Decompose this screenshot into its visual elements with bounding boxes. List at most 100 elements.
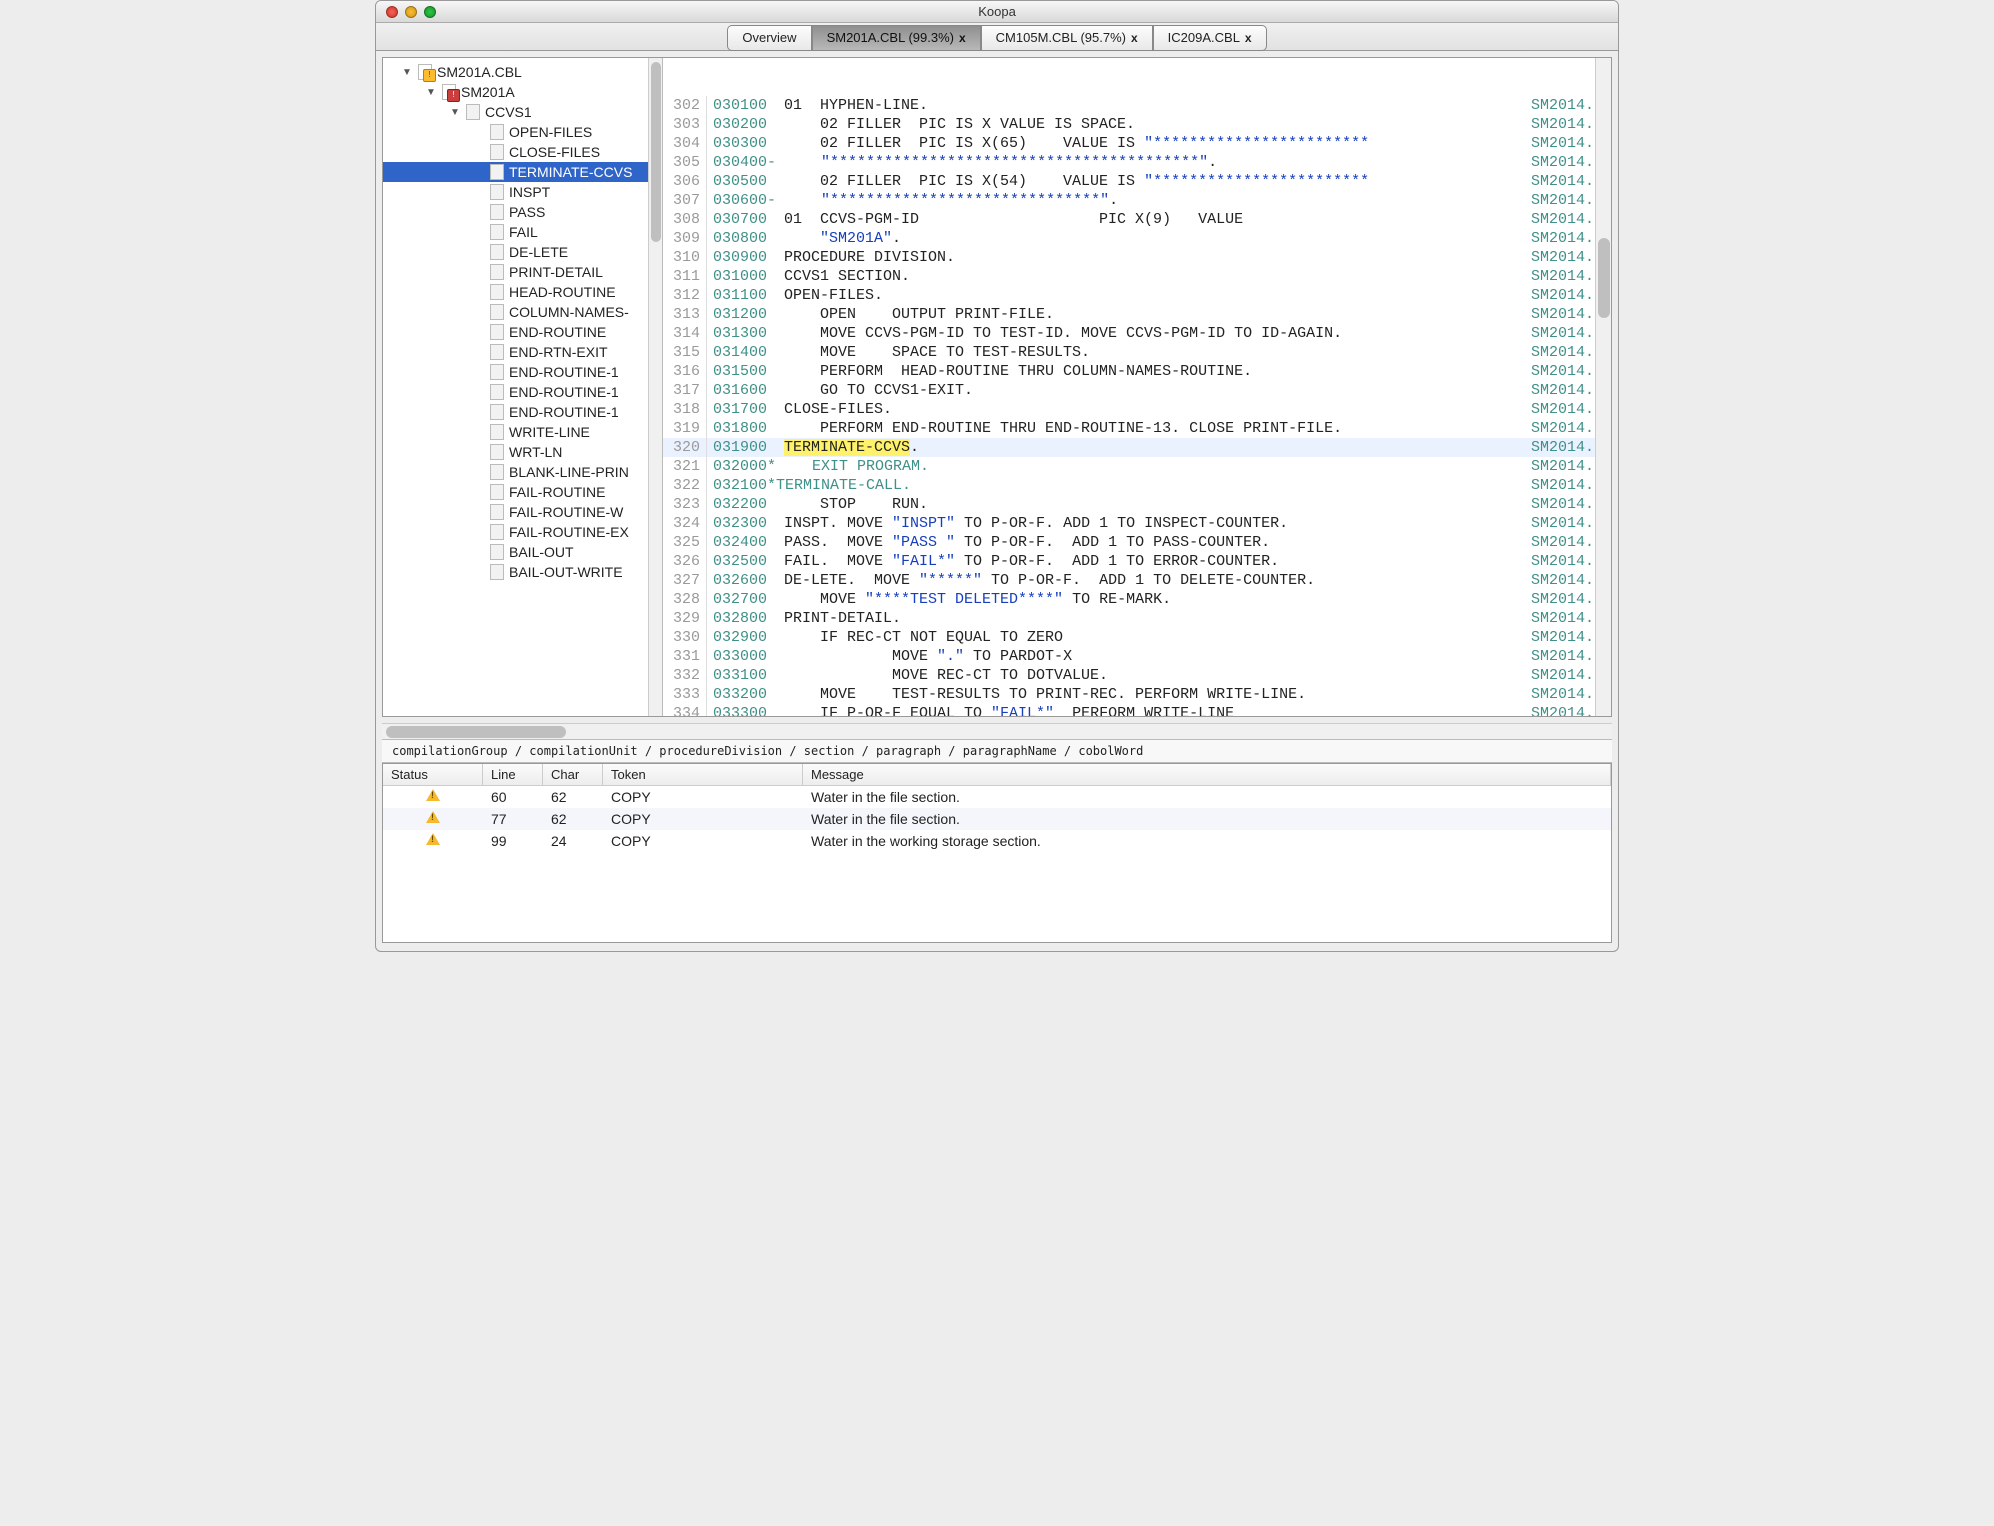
tree-node[interactable]: ▼CCVS1 (383, 102, 662, 122)
tree-node[interactable]: WRITE-LINE (383, 422, 662, 442)
tree-node[interactable]: END-ROUTINE-1 (383, 362, 662, 382)
editor-vscrollbar[interactable] (1595, 58, 1611, 716)
code-text: 02 FILLER PIC IS X(65) VALUE IS "*******… (775, 134, 1531, 153)
tree-node[interactable]: FAIL-ROUTINE-W (383, 502, 662, 522)
line-number: 309 (663, 229, 707, 248)
file-icon (417, 64, 433, 80)
code-line[interactable]: 333033200 MOVE TEST-RESULTS TO PRINT-REC… (663, 685, 1611, 704)
tree-node[interactable]: END-RTN-EXIT (383, 342, 662, 362)
tree-node[interactable]: BAIL-OUT (383, 542, 662, 562)
close-icon[interactable]: x (1131, 31, 1138, 45)
line-number: 305 (663, 153, 707, 172)
sequence-number: 031100 (707, 286, 775, 305)
tree-node[interactable]: ▼SM201A.CBL (383, 62, 662, 82)
code-line[interactable]: 325032400 PASS. MOVE "PASS " TO P-OR-F. … (663, 533, 1611, 552)
code-line[interactable]: 320031900 TERMINATE-CCVS.SM2014.2 (663, 438, 1611, 457)
code-line[interactable]: 305030400- "****************************… (663, 153, 1611, 172)
code-text: STOP RUN. (775, 495, 1531, 514)
col-char[interactable]: Char (543, 764, 603, 785)
close-icon[interactable]: x (959, 31, 966, 45)
tree-node[interactable]: OPEN-FILES (383, 122, 662, 142)
code-line[interactable]: 334033300 IF P-OR-F EQUAL TO "FAIL*" PER… (663, 704, 1611, 716)
col-line[interactable]: Line (483, 764, 543, 785)
tree-node[interactable]: FAIL (383, 222, 662, 242)
code-line[interactable]: 319031800 PERFORM END-ROUTINE THRU END-R… (663, 419, 1611, 438)
editor-hscrollbar[interactable] (382, 723, 1612, 739)
breadcrumb[interactable]: compilationGroup / compilationUnit / pro… (382, 739, 1612, 763)
tree-node[interactable]: INSPT (383, 182, 662, 202)
code-line[interactable]: 322032100*TERMINATE-CALL.SM2014.2 (663, 476, 1611, 495)
file-icon (489, 444, 505, 460)
tab[interactable]: Overview (727, 25, 811, 51)
tree-node[interactable]: END-ROUTINE (383, 322, 662, 342)
close-icon[interactable]: x (1245, 31, 1252, 45)
tree-node[interactable]: CLOSE-FILES (383, 142, 662, 162)
col-message[interactable]: Message (803, 764, 1611, 785)
tree-node[interactable]: HEAD-ROUTINE (383, 282, 662, 302)
sequence-number: 033100 (707, 666, 775, 685)
tab[interactable]: CM105M.CBL (95.7%)x (981, 25, 1153, 51)
code-line[interactable]: 317031600 GO TO CCVS1-EXIT.SM2014.2 (663, 381, 1611, 400)
tree-node[interactable]: FAIL-ROUTINE (383, 482, 662, 502)
sequence-number: 032400 (707, 533, 775, 552)
code-line[interactable]: 328032700 MOVE "****TEST DELETED****" TO… (663, 590, 1611, 609)
code-line[interactable]: 329032800 PRINT-DETAIL.SM2014.2 (663, 609, 1611, 628)
tree-node[interactable]: COLUMN-NAMES- (383, 302, 662, 322)
code-line[interactable]: 312031100 OPEN-FILES.SM2014.2 (663, 286, 1611, 305)
code-line[interactable]: 332033100 MOVE REC-CT TO DOTVALUE.SM2014… (663, 666, 1611, 685)
tree-node[interactable]: BLANK-LINE-PRIN (383, 462, 662, 482)
tree-node[interactable]: TERMINATE-CCVS (383, 162, 662, 182)
tree-scrollbar[interactable] (648, 58, 662, 716)
tree-label: END-ROUTINE (509, 324, 606, 340)
col-token[interactable]: Token (603, 764, 803, 785)
code-line[interactable]: 330032900 IF REC-CT NOT EQUAL TO ZEROSM2… (663, 628, 1611, 647)
outline-tree[interactable]: ▼SM201A.CBL▼SM201A▼CCVS1OPEN-FILESCLOSE-… (383, 58, 663, 716)
disclosure-icon[interactable]: ▼ (449, 107, 461, 118)
tab[interactable]: SM201A.CBL (99.3%)x (812, 25, 981, 51)
tree-node[interactable]: DE-LETE (383, 242, 662, 262)
code-line[interactable]: 309030800 "SM201A".SM2014.2 (663, 229, 1611, 248)
code-line[interactable]: 314031300 MOVE CCVS-PGM-ID TO TEST-ID. M… (663, 324, 1611, 343)
code-line[interactable]: 306030500 02 FILLER PIC IS X(54) VALUE I… (663, 172, 1611, 191)
sequence-number: 032800 (707, 609, 775, 628)
code-line[interactable]: 327032600 DE-LETE. MOVE "*****" TO P-OR-… (663, 571, 1611, 590)
sequence-number: 032500 (707, 552, 775, 571)
code-line[interactable]: 318031700 CLOSE-FILES.SM2014.2 (663, 400, 1611, 419)
code-line[interactable]: 307030600- "****************************… (663, 191, 1611, 210)
code-line[interactable]: 310030900 PROCEDURE DIVISION.SM2014.2 (663, 248, 1611, 267)
code-line[interactable]: 321032000* EXIT PROGRAM.SM2014.2 (663, 457, 1611, 476)
code-line[interactable]: 326032500 FAIL. MOVE "FAIL*" TO P-OR-F. … (663, 552, 1611, 571)
sequence-number: 031400 (707, 343, 775, 362)
message-row[interactable]: 6062COPYWater in the file section. (383, 786, 1611, 808)
tree-node[interactable]: PRINT-DETAIL (383, 262, 662, 282)
message-row[interactable]: 7762COPYWater in the file section. (383, 808, 1611, 830)
status-cell (383, 810, 483, 828)
tree-node[interactable]: WRT-LN (383, 442, 662, 462)
code-text: MOVE "." TO PARDOT-X (775, 647, 1531, 666)
message-row[interactable]: 9924COPYWater in the working storage sec… (383, 830, 1611, 852)
code-editor[interactable]: 302030100 01 HYPHEN-LINE.SM2014.23030302… (663, 58, 1611, 716)
code-line[interactable]: 323032200 STOP RUN.SM2014.2 (663, 495, 1611, 514)
tree-node[interactable]: END-ROUTINE-1 (383, 402, 662, 422)
tree-node[interactable]: FAIL-ROUTINE-EX (383, 522, 662, 542)
code-line[interactable]: 315031400 MOVE SPACE TO TEST-RESULTS.SM2… (663, 343, 1611, 362)
code-text: EXIT PROGRAM. (776, 457, 1531, 476)
disclosure-icon[interactable]: ▼ (401, 67, 413, 78)
disclosure-icon[interactable]: ▼ (425, 87, 437, 98)
code-line[interactable]: 302030100 01 HYPHEN-LINE.SM2014.2 (663, 96, 1611, 115)
code-line[interactable]: 331033000 MOVE "." TO PARDOT-XSM2014.2 (663, 647, 1611, 666)
tab[interactable]: IC209A.CBLx (1153, 25, 1267, 51)
tree-node[interactable]: END-ROUTINE-1 (383, 382, 662, 402)
code-line[interactable]: 316031500 PERFORM HEAD-ROUTINE THRU COLU… (663, 362, 1611, 381)
tree-node[interactable]: BAIL-OUT-WRITE (383, 562, 662, 582)
tree-node[interactable]: PASS (383, 202, 662, 222)
code-line[interactable]: 304030300 02 FILLER PIC IS X(65) VALUE I… (663, 134, 1611, 153)
col-status[interactable]: Status (383, 764, 483, 785)
code-line[interactable]: 324032300 INSPT. MOVE "INSPT" TO P-OR-F.… (663, 514, 1611, 533)
code-line[interactable]: 308030700 01 CCVS-PGM-ID PIC X(9) VALUES… (663, 210, 1611, 229)
code-text: PERFORM HEAD-ROUTINE THRU COLUMN-NAMES-R… (775, 362, 1531, 381)
code-line[interactable]: 311031000 CCVS1 SECTION.SM2014.2 (663, 267, 1611, 286)
code-line[interactable]: 313031200 OPEN OUTPUT PRINT-FILE.SM2014.… (663, 305, 1611, 324)
code-line[interactable]: 303030200 02 FILLER PIC IS X VALUE IS SP… (663, 115, 1611, 134)
tree-node[interactable]: ▼SM201A (383, 82, 662, 102)
